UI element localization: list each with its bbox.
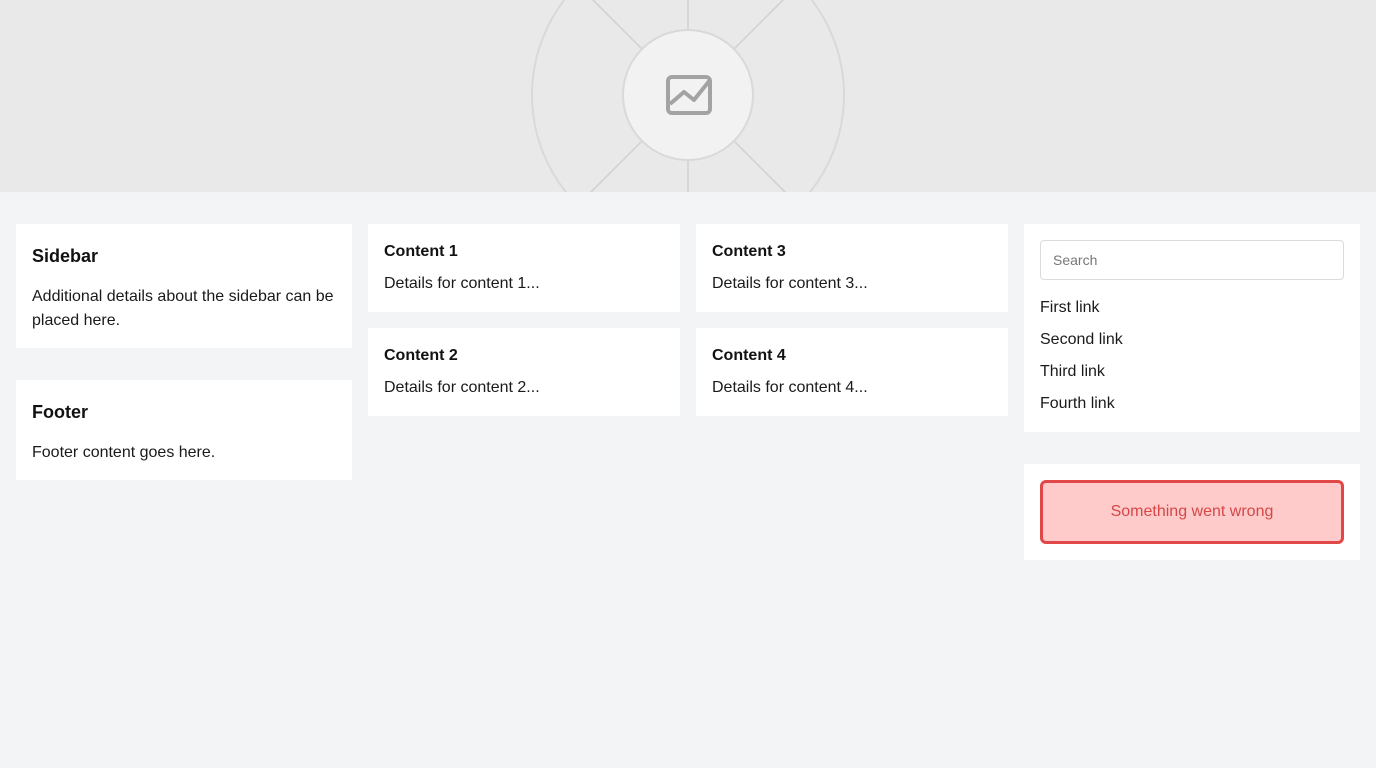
search-panel: First link Second link Third link Fourth…	[1024, 224, 1360, 432]
content-title: Content 1	[384, 243, 458, 260]
content-title: Content 4	[712, 347, 786, 364]
footer-text: Footer content goes here.	[32, 444, 216, 461]
footer-card: Footer Footer content goes here.	[16, 380, 352, 480]
content-card-3: Content 3 Details for content 3...	[696, 224, 1008, 312]
sidebar-text: Additional details about the sidebar can…	[32, 288, 334, 329]
link-third[interactable]: Third link	[1040, 360, 1344, 392]
footer-title: Footer	[32, 402, 88, 422]
error-alert: Something went wrong	[1040, 480, 1344, 544]
sidebar-title: Sidebar	[32, 246, 99, 266]
content-text: Details for content 3...	[712, 275, 868, 292]
link-list: First link Second link Third link Fourth…	[1040, 296, 1344, 424]
content-card-2: Content 2 Details for content 2...	[368, 328, 680, 416]
link-second[interactable]: Second link	[1040, 328, 1344, 360]
search-input[interactable]	[1040, 240, 1344, 280]
sidebar-card: Sidebar Additional details about the sid…	[16, 224, 352, 348]
hero-banner	[0, 0, 1376, 192]
content-text: Details for content 4...	[712, 379, 868, 396]
content-card-4: Content 4 Details for content 4...	[696, 328, 1008, 416]
content-text: Details for content 1...	[384, 275, 540, 292]
content-card-1: Content 1 Details for content 1...	[368, 224, 680, 312]
error-message: Something went wrong	[1110, 503, 1274, 520]
content-text: Details for content 2...	[384, 379, 540, 396]
content-title: Content 3	[712, 243, 786, 260]
link-fourth[interactable]: Fourth link	[1040, 392, 1344, 424]
hero-decoration	[468, 0, 908, 192]
error-panel: Something went wrong	[1024, 464, 1360, 560]
link-first[interactable]: First link	[1040, 296, 1344, 328]
content-title: Content 2	[384, 347, 458, 364]
